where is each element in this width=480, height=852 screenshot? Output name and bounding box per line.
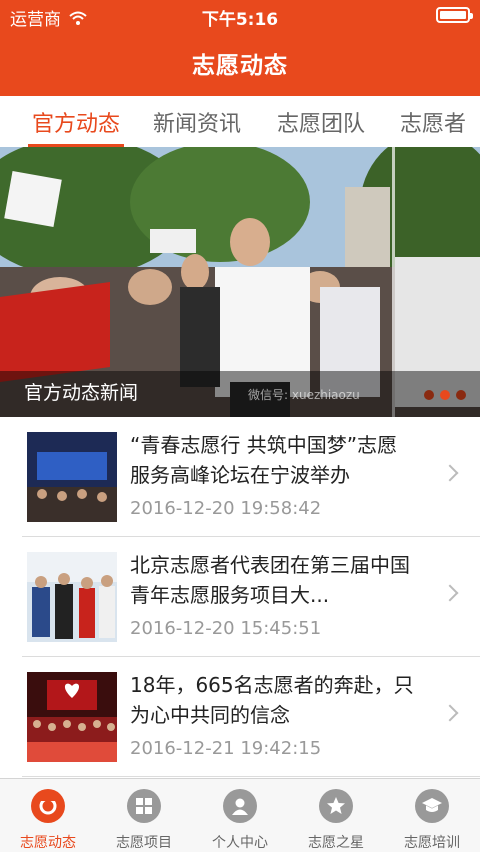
- tabbar-label: 志愿之星: [308, 835, 364, 851]
- tabbar-label: 个人中心: [212, 835, 268, 851]
- news-title: 北京志愿者代表团在第三届中国青年志愿服务项目大...: [130, 553, 410, 607]
- news-title: 18年，665名志愿者的奔赴，只为心中共同的信念: [130, 673, 414, 727]
- news-date: 2016-12-20 15:45:51: [130, 618, 322, 639]
- news-item[interactable]: “青春志愿行 共筑中国梦”志愿服务高峰论坛在宁波举办 2016-12-20 19…: [0, 417, 480, 537]
- chevron-right-icon: [441, 704, 459, 722]
- tab-volunteer-teams[interactable]: 志愿团队: [277, 106, 365, 138]
- volunteer-news-icon: [31, 789, 65, 823]
- banner-watermark: 微信号: xuezhiaozu: [248, 388, 360, 402]
- header: 运营商 下午5:16 志愿动态: [0, 0, 480, 96]
- news-date: 2016-12-21 19:42:15: [130, 738, 322, 759]
- grid-icon: [127, 789, 161, 823]
- news-date: 2016-12-20 19:58:42: [130, 498, 322, 519]
- tab-official-news[interactable]: 官方动态: [32, 106, 120, 138]
- carousel-dot[interactable]: [424, 390, 434, 400]
- chevron-right-icon: [441, 464, 459, 482]
- category-tabs: 官方动态 新闻资讯 志愿团队 志愿者: [0, 96, 480, 148]
- tabbar-item-stars[interactable]: 志愿之星: [288, 779, 384, 852]
- battery-level: [440, 11, 466, 19]
- news-thumbnail: [27, 432, 117, 522]
- news-thumbnail: [27, 672, 117, 762]
- news-item[interactable]: 18年，665名志愿者的奔赴，只为心中共同的信念 2016-12-21 19:4…: [0, 657, 480, 777]
- battery-icon: [436, 7, 473, 23]
- tabbar-item-profile[interactable]: 个人中心: [192, 779, 288, 852]
- tabbar-item-volunteer-news[interactable]: 志愿动态: [0, 779, 96, 852]
- user-icon: [223, 789, 257, 823]
- graduation-cap-icon: [415, 789, 449, 823]
- tab-news-info[interactable]: 新闻资讯: [153, 106, 241, 138]
- news-thumbnail: [27, 552, 117, 642]
- carousel-dot[interactable]: [456, 390, 466, 400]
- status-bar: 运营商 下午5:16: [0, 0, 480, 32]
- page-title: 志愿动态: [192, 53, 288, 79]
- news-title: “青春志愿行 共筑中国梦”志愿服务高峰论坛在宁波举办: [130, 433, 398, 487]
- chevron-right-icon: [441, 584, 459, 602]
- tab-volunteers[interactable]: 志愿者: [400, 106, 466, 138]
- star-icon: [319, 789, 353, 823]
- banner-caption: 官方动态新闻: [24, 382, 139, 404]
- tabbar-label: 志愿项目: [116, 835, 172, 851]
- carousel-indicator: [424, 390, 466, 400]
- tabbar-item-projects[interactable]: 志愿项目: [96, 779, 192, 852]
- status-time: 下午5:16: [201, 10, 279, 30]
- news-item[interactable]: 北京志愿者代表团在第三届中国青年志愿服务项目大... 2016-12-20 15…: [0, 537, 480, 657]
- bottom-tab-bar: 志愿动态 志愿项目 个人中心 志愿之星 志愿培训: [0, 778, 480, 852]
- tabbar-label: 志愿动态: [20, 835, 76, 851]
- divider: [22, 776, 480, 777]
- carousel-dot[interactable]: [440, 390, 450, 400]
- tabbar-label: 志愿培训: [404, 835, 460, 851]
- banner-carousel[interactable]: 官方动态新闻 微信号: xuezhiaozu: [0, 147, 480, 417]
- tabbar-item-training[interactable]: 志愿培训: [384, 779, 480, 852]
